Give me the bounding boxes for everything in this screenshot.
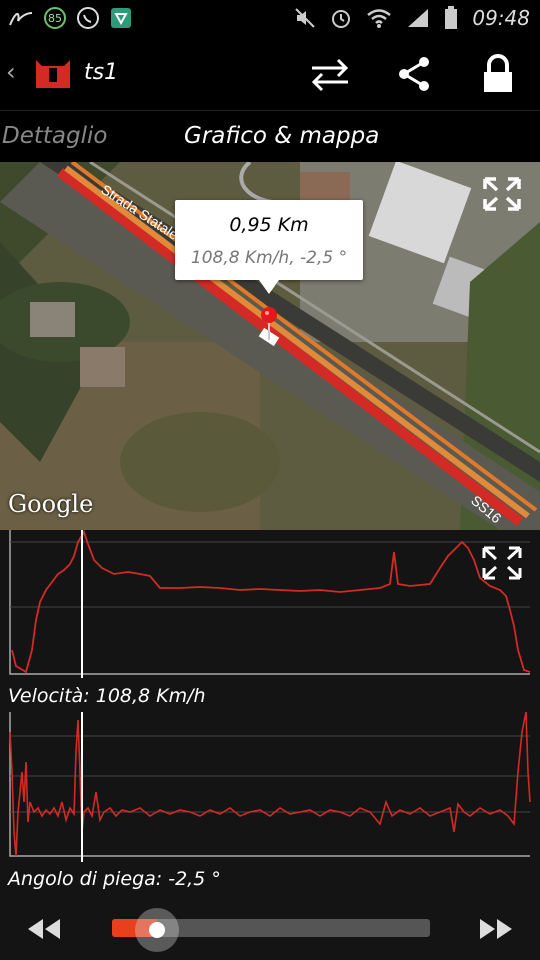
tooltip-details: 108,8 Km/h, -2,5 ° — [190, 248, 348, 268]
battery-icon — [445, 6, 458, 29]
wifi-icon — [367, 9, 392, 28]
map-view[interactable]: Strada Statale SS16 0,95 Km 108,8 Km/h, … — [0, 162, 540, 530]
rewind-icon[interactable] — [26, 915, 62, 943]
share-icon — [399, 57, 429, 91]
lock-button[interactable] — [474, 52, 522, 96]
map-tooltip: 0,95 Km 108,8 Km/h, -2,5 ° — [175, 200, 363, 294]
tooltip-distance: 0,95 Km — [229, 214, 309, 236]
status-bar: 85 09:48 — [0, 0, 540, 38]
lean-angle-label: Angolo di piega: -2,5 ° — [8, 868, 221, 890]
lean-chart-axes — [9, 712, 530, 857]
google-attribution: Google — [8, 490, 94, 518]
playback-thumb[interactable] — [134, 908, 179, 952]
lean-angle-line — [9, 712, 531, 857]
expand-map-icon[interactable] — [482, 176, 522, 212]
tab-dettaglio[interactable]: Dettaglio — [2, 123, 107, 149]
fast-forward-icon[interactable] — [478, 915, 514, 943]
speed-line — [11, 530, 531, 674]
whatsapp-icon — [77, 7, 99, 29]
tab-bar: Dettaglio Grafico & mappa — [0, 110, 540, 163]
alarm-icon — [332, 10, 351, 28]
battery-level-badge: 85 — [44, 7, 66, 29]
share-button[interactable] — [390, 52, 438, 96]
app-bar: ‹ ts1 — [0, 38, 540, 110]
swap-arrows-icon — [311, 58, 349, 92]
back-chevron-icon[interactable]: ‹ — [6, 58, 16, 86]
swap-button[interactable] — [306, 52, 354, 96]
lean-angle-chart[interactable] — [0, 712, 540, 862]
clock: 09:48 — [472, 6, 530, 30]
tab-grafico-mappa[interactable]: Grafico & mappa — [184, 123, 379, 149]
app-title: ts1 — [84, 60, 119, 85]
speed-chart[interactable] — [0, 530, 540, 682]
mute-icon — [295, 8, 316, 28]
app-logo-icon[interactable] — [34, 56, 72, 90]
lock-icon — [484, 54, 512, 92]
speed-label: Velocità: 108,8 Km/h — [8, 685, 206, 707]
signal-icon — [408, 9, 429, 27]
signature-icon — [9, 12, 33, 26]
map-pin-icon[interactable] — [260, 306, 278, 340]
playback-controls — [0, 905, 540, 960]
vpn-shield-icon — [111, 8, 131, 28]
expand-chart-icon[interactable] — [482, 546, 522, 580]
lean-chart-gridlines — [10, 735, 530, 813]
